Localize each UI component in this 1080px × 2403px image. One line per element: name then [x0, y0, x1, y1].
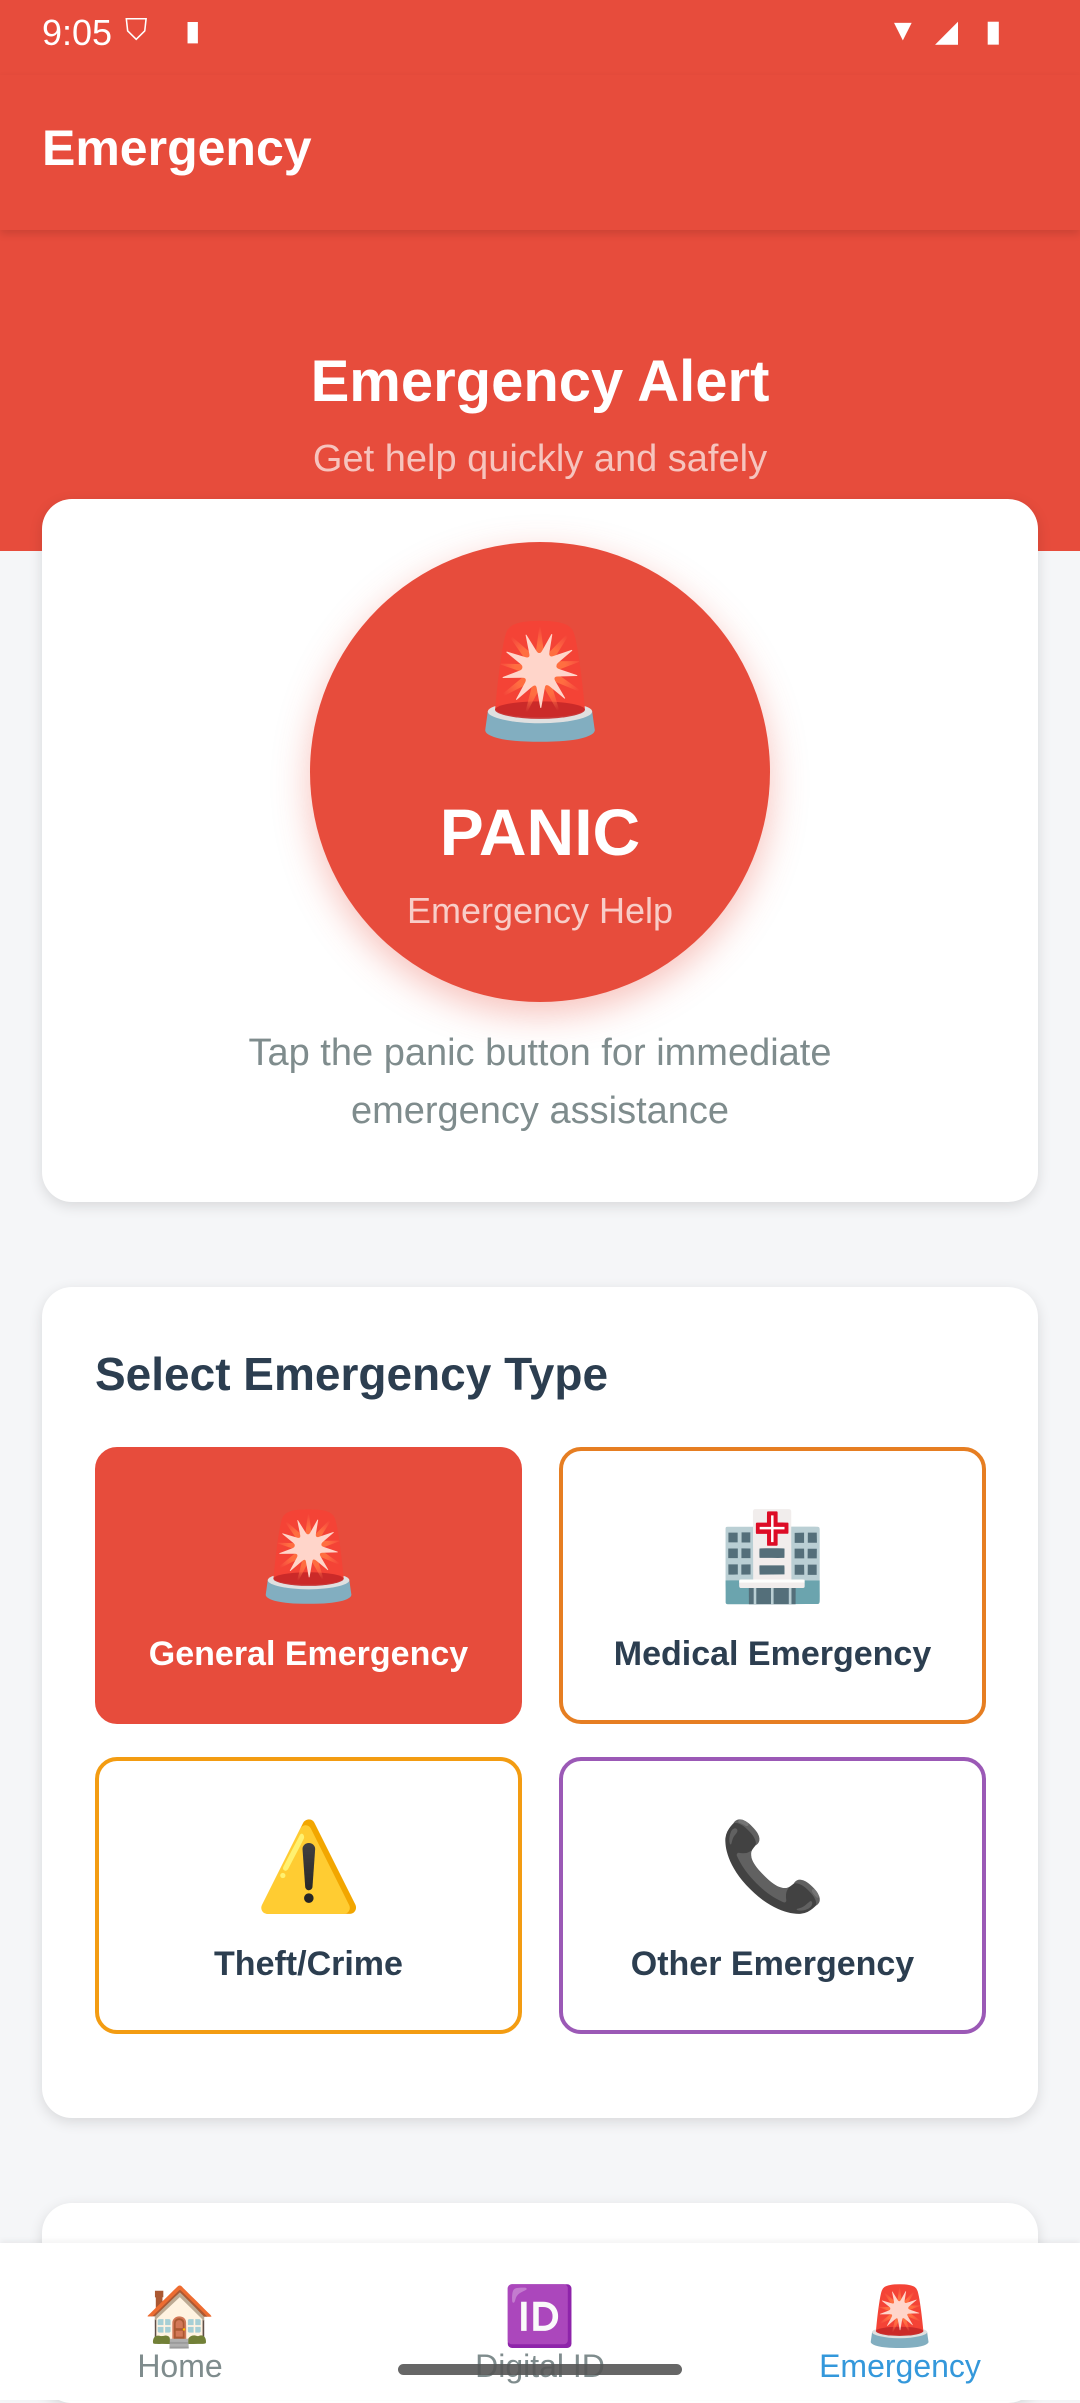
nav-emergency[interactable]: 🚨 Emergency — [720, 2243, 1080, 2400]
phone-icon: 📞 — [718, 1819, 827, 1915]
type-theft-crime[interactable]: ⚠️ Theft/Crime — [95, 1757, 522, 2034]
signal-icon: ◢ — [935, 15, 959, 48]
emergency-type-card: Select Emergency Type 🚨 General Emergenc… — [42, 1287, 1038, 2118]
type-label: Medical Emergency — [613, 1635, 932, 1673]
nav-label: Home — [137, 2348, 223, 2384]
nav-digital-id[interactable]: 🆔 Digital ID — [360, 2243, 720, 2400]
type-general-emergency[interactable]: 🚨 General Emergency — [95, 1447, 522, 1724]
siren-icon: 🚨 — [863, 2284, 937, 2349]
panic-sublabel: Emergency Help — [406, 890, 674, 931]
hero-title: Emergency Alert — [310, 349, 770, 414]
hospital-icon: 🏥 — [718, 1509, 827, 1605]
sd-card-icon: ▮ — [185, 15, 201, 46]
type-label: Other Emergency — [630, 1945, 915, 1983]
panic-card: 🚨 PANIC Emergency Help Tap the panic but… — [42, 499, 1038, 1202]
shield-icon: ⛉ — [125, 14, 148, 47]
type-label: General Emergency — [148, 1635, 469, 1673]
status-time: 9:05 — [42, 12, 113, 53]
type-medical-emergency[interactable]: 🏥 Medical Emergency — [559, 1447, 986, 1724]
page-title: Emergency — [42, 120, 312, 176]
siren-icon: 🚨 — [471, 620, 609, 743]
siren-icon: 🚨 — [254, 1509, 363, 1605]
nav-label: Emergency — [819, 2348, 981, 2384]
type-other-emergency[interactable]: 📞 Other Emergency — [559, 1757, 986, 2034]
panic-label: PANIC — [439, 795, 641, 869]
nav-home[interactable]: 🏠 Home — [0, 2243, 360, 2400]
app-bar: Emergency — [0, 75, 1080, 230]
id-icon: 🆔 — [503, 2284, 577, 2349]
hero-subtitle: Get help quickly and safely — [312, 438, 768, 480]
panic-hint: Tap the panic button for immediate emerg… — [248, 1032, 832, 1132]
status-bar: 9:05 ⛉ ▮ ▼ ◢ ▮ — [0, 0, 1080, 75]
wifi-icon: ▼ — [888, 14, 918, 47]
panic-button[interactable]: 🚨 PANIC Emergency Help — [310, 542, 770, 1002]
warning-icon: ⚠️ — [254, 1819, 363, 1915]
section-title: Select Emergency Type — [95, 1348, 609, 1400]
type-label: Theft/Crime — [214, 1945, 403, 1983]
battery-icon: ▮ — [985, 15, 1002, 48]
bottom-nav: 🏠 Home 🆔 Digital ID 🚨 Emergency — [0, 2243, 1080, 2400]
home-icon: 🏠 — [143, 2284, 217, 2349]
gesture-bar[interactable] — [398, 2364, 682, 2375]
